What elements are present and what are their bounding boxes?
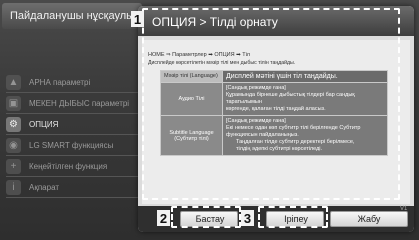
plus-icon: + [6, 158, 21, 174]
dialog-title: ОПЦИЯ > Тілді орнату [152, 15, 278, 29]
background-menu-header: Пайдаланушы нұсқаулығы [2, 3, 142, 29]
row-line: [Сандық режимде ғана] [226, 118, 286, 124]
close-button[interactable]: Жабу [330, 211, 408, 227]
table-header-row: Мәзір тілі (Language) Дисплей мәтіні үші… [160, 70, 388, 83]
dialog-title-bar: ОПЦИЯ > Тілді орнату [138, 6, 414, 36]
table-row-value: [Сандық режимде ғана] Екі немесе одан кө… [222, 115, 388, 156]
table-row: Аудио Тілі [Сандық режимде ғана] Құрамын… [160, 82, 388, 116]
dialog-footer: Бастау Іріпеу Жабу [138, 206, 414, 232]
breadcrumb: HOME ⇒ Параметрлер ➡ ОПЦИЯ ➡ Тіл [148, 52, 251, 58]
table-row-label: Subtitle Language (Субтитр тілі) [160, 115, 223, 156]
row-line: көргенде, қалаған тілді таңдай аласыз. [226, 106, 326, 112]
home-button[interactable]: Бастау [180, 211, 238, 227]
repeat-button-label: Іріпеу [284, 214, 308, 224]
menu-item-label: LG SMART функциясы [29, 140, 114, 150]
home-button-label: Бастау [195, 214, 225, 224]
menu-item-label: МЕКЕН ДЫБЫС параметрі [29, 98, 130, 108]
menu-item-info[interactable]: i Ақпарат [6, 177, 146, 198]
dialog-body: HOME ⇒ Параметрлер ➡ ОПЦИЯ ➡ Тіл Дисплей… [142, 40, 410, 204]
table-row: Subtitle Language (Субтитр тілі) [Сандық… [160, 115, 388, 156]
antenna-icon: ▲ [6, 74, 21, 90]
row-line: Таңдалған тілде субтитр деректері берілм… [236, 139, 355, 145]
smart-icon: ◉ [6, 137, 21, 153]
table-row-value: [Сандық режимде ғана] Құрамында бірнеше … [222, 82, 388, 116]
row-line: тілдің әдепкі субтитрі көрсетіледі. [236, 146, 323, 152]
close-button-label: Жабу [357, 214, 381, 224]
menu-item-label: АРНА параметрі [29, 77, 91, 87]
menu-item-picture-sound[interactable]: ▣ МЕКЕН ДЫБЫС параметрі [6, 93, 146, 114]
background-menu-list: ▲ АРНА параметрі ▣ МЕКЕН ДЫБЫС параметрі… [6, 72, 146, 198]
callout-number-2: 2 [157, 210, 170, 226]
menu-item-option[interactable]: ⚙ ОПЦИЯ [6, 114, 146, 135]
callout-number-1: 1 [131, 11, 144, 27]
version-mark: V1 [400, 206, 408, 212]
row-line: функциясын пайдаланыңыз. [226, 132, 299, 138]
row-line: Құрамында бірнеше дыбыстық тілдері бар с… [226, 92, 355, 105]
menu-item-channel[interactable]: ▲ АРНА параметрі [6, 72, 146, 93]
language-info-table: Мәзір тілі (Language) Дисплей мәтіні үші… [160, 70, 388, 156]
row-line: [Сандық режимде ғана] [226, 85, 286, 91]
table-header-value: Дисплей мәтіні үшін тіл таңдайды. [222, 70, 388, 83]
table-header-label: Мәзір тілі (Language) [160, 70, 223, 83]
description: Дисплейде көрсетілетін мәзір тілі мен ды… [148, 60, 296, 66]
menu-item-label: Ақпарат [29, 182, 60, 192]
table-row-label: Аудио Тілі [160, 82, 223, 116]
row-line: Екі немесе одан көп субтитр тілі берілге… [226, 125, 361, 131]
menu-item-label: Кеңейтілген функция [29, 161, 108, 171]
callout-number-3: 3 [241, 210, 254, 226]
language-setting-dialog: ОПЦИЯ > Тілді орнату HOME ⇒ Параметрлер … [138, 6, 414, 232]
menu-item-label: ОПЦИЯ [29, 119, 59, 129]
menu-item-smart[interactable]: ◉ LG SMART функциясы [6, 135, 146, 156]
info-icon: i [6, 179, 21, 195]
repeat-button[interactable]: Іріпеу [266, 211, 324, 227]
gear-icon: ⚙ [6, 116, 21, 132]
picture-icon: ▣ [6, 95, 21, 111]
menu-item-advanced[interactable]: + Кеңейтілген функция [6, 156, 146, 177]
